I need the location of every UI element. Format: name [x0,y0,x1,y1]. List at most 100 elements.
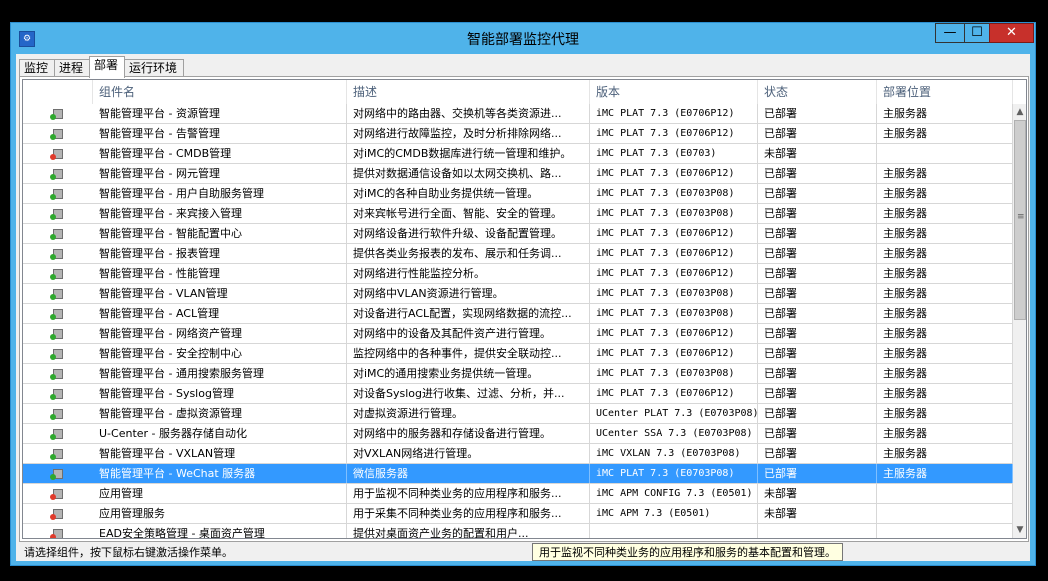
row-icon-cell [23,304,93,323]
column-header-name[interactable]: 组件名 [93,80,347,104]
description-cell: 对网络进行性能监控分析。 [347,264,590,283]
vertical-scrollbar[interactable]: ▲ ≡ ▼ [1013,104,1026,538]
component-package-icon [50,307,65,320]
deployed-status-dot-icon [50,354,56,360]
location-cell: 主服务器 [877,264,1013,283]
tab-process[interactable]: 进程 [54,59,90,77]
description-cell: 对网络进行故障监控，及时分析排除网络... [347,124,590,143]
location-cell: 主服务器 [877,124,1013,143]
table-row[interactable]: 智能管理平台 - 用户自助服务管理 对iMC的各种自助业务提供统一管理。 iMC P… [23,184,1013,204]
status-cell: 已部署 [758,464,877,483]
deployed-status-dot-icon [50,214,56,220]
component-name-cell: 智能管理平台 - VXLAN管理 [93,444,347,463]
row-icon-cell [23,124,93,143]
version-cell: iMC PLAT 7.3 (E0706P12) [590,164,758,183]
scroll-down-arrow-icon[interactable]: ▼ [1013,522,1026,538]
table-row[interactable]: 智能管理平台 - 资源管理 对网络中的路由器、交换机等各类资源进... iMC PL… [23,104,1013,124]
column-header-description[interactable]: 描述 [347,80,590,104]
tab-monitor[interactable]: 监控 [19,59,55,77]
scrollbar-thumb[interactable]: ≡ [1014,120,1026,320]
title-bar[interactable]: ⚙ 智能部署监控代理 — ☐ ✕ [11,23,1035,53]
table-row[interactable]: 智能管理平台 - 网元管理 提供对数据通信设备如以太网交换机、路... iMC PL… [23,164,1013,184]
deployed-status-dot-icon [50,114,56,120]
table-row[interactable]: 应用管理 用于监视不同种类业务的应用程序和服务... iMC APM CONFIG … [23,484,1013,504]
deployed-status-dot-icon [50,314,56,320]
table-row[interactable]: 智能管理平台 - 虚拟资源管理 对虚拟资源进行管理。 UCenter PLAT 7.… [23,404,1013,424]
version-cell: iMC PLAT 7.3 (E0703P08) [590,284,758,303]
description-cell: 提供对桌面资产业务的配置和用户... [347,524,590,538]
tab-deploy[interactable]: 部署 [89,56,125,78]
status-cell: 已部署 [758,364,877,383]
tab-runtime-env[interactable]: 运行环境 [124,59,184,77]
table-row[interactable]: 智能管理平台 - Syslog管理 对设备Syslog进行收集、过滤、分析，并..… [23,384,1013,404]
status-cell: 已部署 [758,164,877,183]
component-name-cell: 智能管理平台 - 通用搜索服务管理 [93,364,347,383]
table-row[interactable]: 智能管理平台 - WeChat 服务器 微信服务器 iMC PLAT 7.3 (E0… [23,464,1013,484]
component-package-icon [50,147,65,160]
location-cell: 主服务器 [877,224,1013,243]
maximize-button[interactable]: ☐ [964,23,990,43]
table-row[interactable]: 智能管理平台 - 智能配置中心 对网络设备进行软件升级、设备配置管理。 iMC PL… [23,224,1013,244]
status-cell: 未部署 [758,504,877,523]
status-cell: 已部署 [758,104,877,123]
table-row[interactable]: 智能管理平台 - 安全控制中心 监控网络中的各种事件，提供安全联动控... iMC … [23,344,1013,364]
component-name-cell: 智能管理平台 - CMDB管理 [93,144,347,163]
table-row[interactable]: 智能管理平台 - CMDB管理 对iMC的CMDB数据库进行统一管理和维护。 iMC… [23,144,1013,164]
location-cell: 主服务器 [877,464,1013,483]
list-header: 组件名 描述 版本 状态 部署位置 [23,80,1013,104]
component-name-cell: EAD安全策略管理 - 桌面资产管理 [93,524,347,538]
component-name-cell: 智能管理平台 - 用户自助服务管理 [93,184,347,203]
component-package-icon [50,207,65,220]
component-package-icon [50,487,65,500]
version-cell: iMC PLAT 7.3 (E0703) [590,144,758,163]
client-area: 监控 进程 部署 运行环境 组件名 描述 版本 状态 部署位置 智能管理平台 -… [16,54,1030,561]
table-row[interactable]: 应用管理服务 用于采集不同种类业务的应用程序和服务... iMC APM 7.3 (… [23,504,1013,524]
location-cell: 主服务器 [877,244,1013,263]
close-button[interactable]: ✕ [989,23,1034,43]
deployed-status-dot-icon [50,134,56,140]
component-package-icon [50,347,65,360]
table-row[interactable]: 智能管理平台 - 告警管理 对网络进行故障监控，及时分析排除网络... iMC PL… [23,124,1013,144]
row-icon-cell [23,484,93,503]
column-header-version[interactable]: 版本 [590,80,758,104]
minimize-button[interactable]: — [935,23,965,43]
deployed-status-dot-icon [50,474,56,480]
scroll-up-arrow-icon[interactable]: ▲ [1013,104,1026,120]
table-row[interactable]: 智能管理平台 - 报表管理 提供各类业务报表的发布、展示和任务调... iMC PL… [23,244,1013,264]
component-list[interactable]: 组件名 描述 版本 状态 部署位置 智能管理平台 - 资源管理 对网络中的路由器、… [22,79,1027,539]
table-row[interactable]: 智能管理平台 - 通用搜索服务管理 对iMC的通用搜索业务提供统一管理。 iMC P… [23,364,1013,384]
table-row[interactable]: EAD安全策略管理 - 桌面资产管理 提供对桌面资产业务的配置和用户... [23,524,1013,538]
row-icon-cell [23,104,93,123]
component-package-icon [50,227,65,240]
row-icon-cell [23,504,93,523]
component-name-cell: 智能管理平台 - 来宾接入管理 [93,204,347,223]
description-cell: 对网络设备进行软件升级、设备配置管理。 [347,224,590,243]
column-header-icon[interactable] [23,80,93,104]
status-cell: 已部署 [758,204,877,223]
component-name-cell: 智能管理平台 - ACL管理 [93,304,347,323]
row-icon-cell [23,324,93,343]
table-row[interactable]: 智能管理平台 - 来宾接入管理 对来宾帐号进行全面、智能、安全的管理。 iMC PL… [23,204,1013,224]
table-row[interactable]: 智能管理平台 - ACL管理 对设备进行ACL配置，实现网络数据的流控... iMC… [23,304,1013,324]
table-row[interactable]: 智能管理平台 - VXLAN管理 对VXLAN网络进行管理。 iMC VXLAN 7… [23,444,1013,464]
table-row[interactable]: 智能管理平台 - 网络资产管理 对网络中的设备及其配件资产进行管理。 iMC PLA… [23,324,1013,344]
location-cell: 主服务器 [877,304,1013,323]
window-title: 智能部署监控代理 [467,32,579,48]
undeployed-status-dot-icon [50,154,56,160]
location-cell: 主服务器 [877,184,1013,203]
location-cell: 主服务器 [877,344,1013,363]
column-header-location[interactable]: 部署位置 [877,80,1013,104]
column-header-status[interactable]: 状态 [758,80,877,104]
table-row[interactable]: 智能管理平台 - VLAN管理 对网络中VLAN资源进行管理。 iMC PLAT 7… [23,284,1013,304]
component-name-cell: 智能管理平台 - 告警管理 [93,124,347,143]
row-icon-cell [23,224,93,243]
version-cell: iMC PLAT 7.3 (E0706P12) [590,324,758,343]
row-icon-cell [23,164,93,183]
component-package-icon [50,447,65,460]
table-row[interactable]: U-Center - 服务器存储自动化 对网络中的服务器和存储设备进行管理。 UCe… [23,424,1013,444]
deployed-status-dot-icon [50,434,56,440]
description-cell: 对VXLAN网络进行管理。 [347,444,590,463]
table-row[interactable]: 智能管理平台 - 性能管理 对网络进行性能监控分析。 iMC PLAT 7.3 (E… [23,264,1013,284]
location-cell [877,504,1013,523]
component-package-icon [50,367,65,380]
